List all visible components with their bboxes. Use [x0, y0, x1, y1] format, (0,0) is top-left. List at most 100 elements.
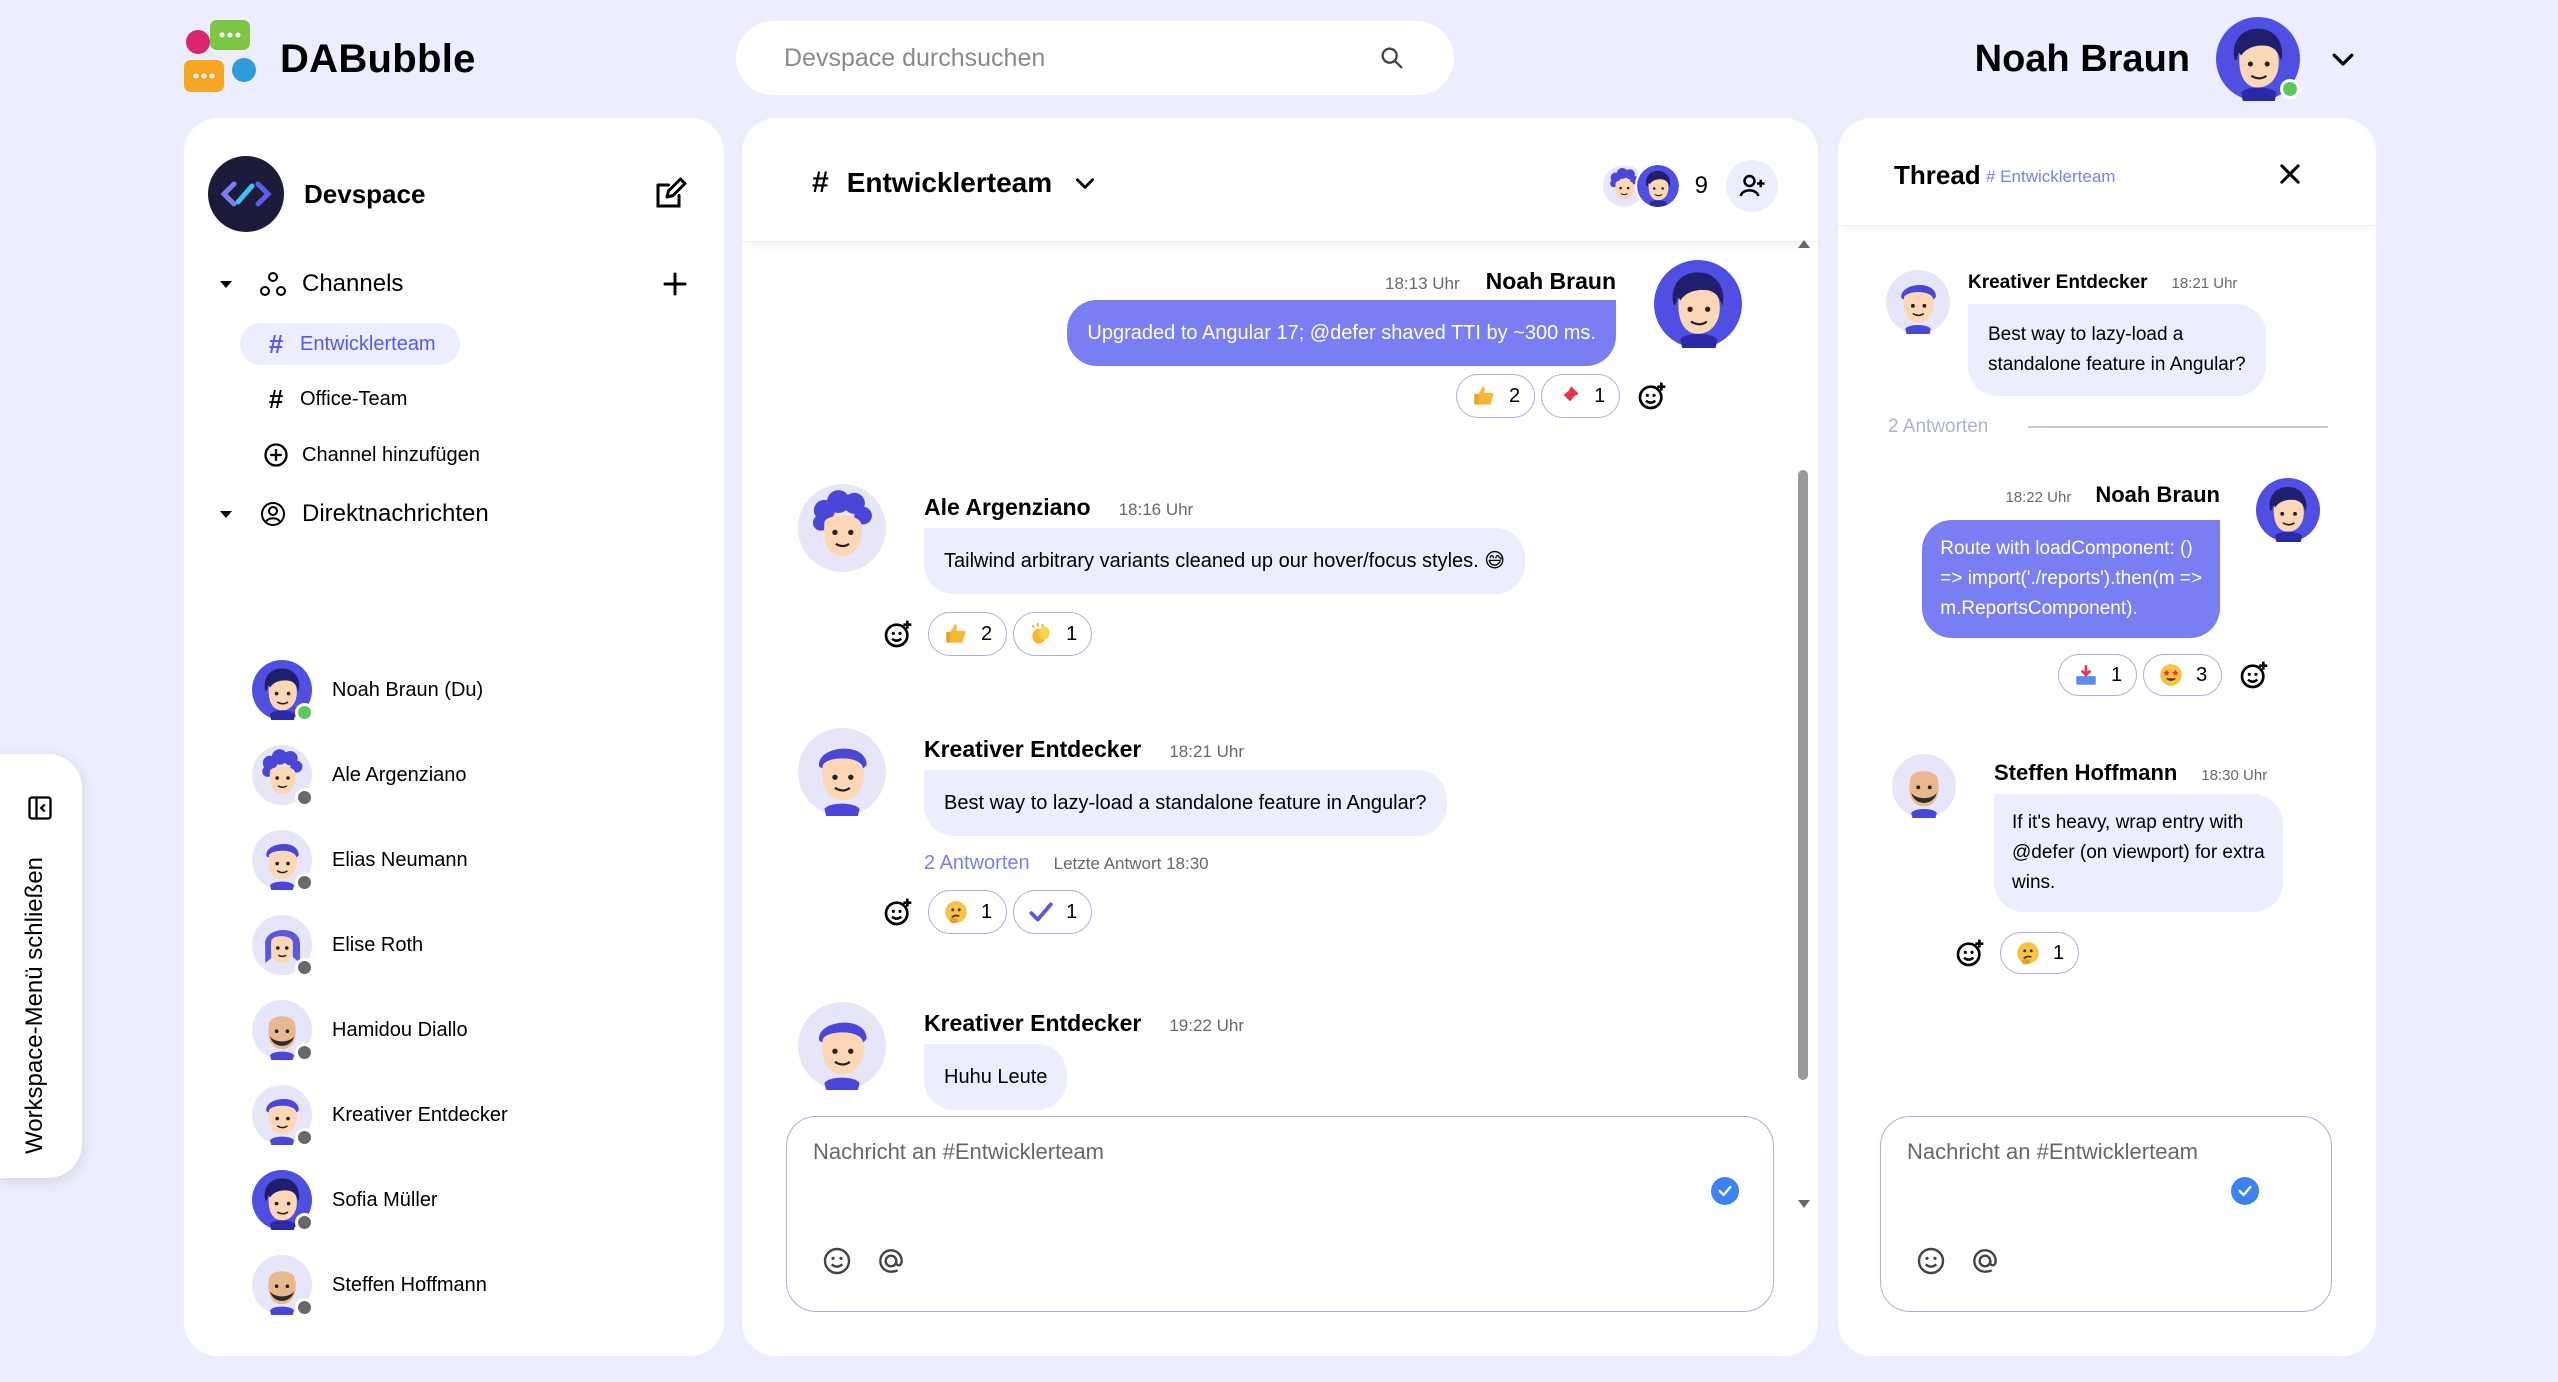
add-reaction-icon[interactable] [882, 896, 914, 928]
dm-item[interactable]: Steffen Hoffmann [252, 1253, 487, 1317]
mention-icon[interactable] [1969, 1245, 2001, 1277]
message-author[interactable]: Noah Braun [2095, 482, 2220, 508]
add-channel-button[interactable]: Channel hinzufügen [240, 434, 504, 476]
caret-down-icon[interactable] [218, 276, 234, 292]
direct-messages-label: Direktnachrichten [302, 500, 489, 527]
reaction-thumbs-up[interactable]: 2 [928, 612, 1008, 656]
message-avatar[interactable] [1886, 270, 1950, 334]
dm-item[interactable]: Noah Braun (Du) [252, 658, 483, 722]
message-author[interactable]: Ale Argenziano [924, 494, 1091, 521]
reaction-thinking[interactable]: 1 [2000, 932, 2080, 974]
edit-message-icon[interactable] [652, 176, 688, 212]
message-author[interactable]: Kreativer Entdecker [1968, 272, 2148, 294]
search-icon[interactable] [1378, 44, 1406, 72]
reaction-pushpin[interactable]: 1 [1541, 374, 1621, 418]
message-author[interactable]: Kreativer Entdecker [924, 1010, 1141, 1037]
add-reaction-icon[interactable] [2238, 659, 2270, 691]
channels-icon [260, 272, 286, 296]
channel-title-button[interactable]: # Entwicklerteam [812, 166, 1098, 200]
current-user-avatar[interactable] [2216, 17, 2300, 101]
dm-item[interactable]: Sofia Müller [252, 1168, 438, 1232]
message-author[interactable]: Noah Braun [1486, 268, 1616, 295]
thumbs-up-icon [946, 624, 966, 643]
channels-label: Channels [302, 270, 404, 297]
emoji-icon[interactable] [1915, 1245, 1947, 1277]
thread-message-input[interactable] [1907, 1139, 2251, 1179]
user-menu[interactable]: Noah Braun [1975, 14, 2358, 104]
chevron-down-icon[interactable] [1072, 170, 1098, 196]
message-time: 18:13 Uhr [1384, 274, 1460, 293]
add-channel-plus-icon[interactable] [660, 269, 690, 299]
thread-panel: Thread # Entwicklerteam Kreativer Entdec… [1838, 118, 2376, 1356]
reaction-thinking[interactable]: 1 [928, 890, 1008, 934]
open-thread-link[interactable]: 2 Antworten [924, 852, 1030, 875]
reaction-clapping[interactable]: 1 [1013, 612, 1093, 656]
send-button[interactable] [2231, 1177, 2259, 1205]
message-avatar[interactable] [2256, 478, 2320, 542]
dm-item[interactable]: Elise Roth [252, 913, 423, 977]
thread-summary: 2 Antworten Letzte Antwort 18:30 [924, 852, 1209, 875]
replies-count: 2 Antworten [1888, 416, 1989, 437]
direct-messages-section-header[interactable]: Direktnachrichten [218, 492, 690, 536]
channels-section-header[interactable]: Channels [218, 262, 690, 306]
caret-down-icon[interactable] [218, 506, 234, 522]
add-reaction-icon[interactable] [1636, 380, 1668, 412]
mention-icon[interactable] [875, 1245, 907, 1277]
dm-name: Noah Braun (Du) [332, 678, 484, 701]
reaction-star-struck[interactable]: 3 [2143, 654, 2223, 696]
channel-members[interactable]: 9 [1600, 160, 1778, 212]
reaction-bar: 1 3 [2058, 654, 2270, 696]
status-dot [295, 1128, 314, 1147]
emoji-icon[interactable] [821, 1245, 853, 1277]
add-reaction-icon[interactable] [1954, 937, 1986, 969]
message-bubble: Best way to lazy-load a standalone featu… [1968, 304, 2266, 396]
message-avatar[interactable] [798, 1002, 886, 1090]
dm-item[interactable]: Kreativer Entdecker [252, 1083, 508, 1147]
close-icon[interactable] [2276, 160, 2304, 188]
message-author[interactable]: Steffen Hoffmann [1994, 760, 2177, 786]
thread-composer[interactable] [1880, 1116, 2332, 1312]
dm-item[interactable]: Hamidou Diallo [252, 998, 468, 1062]
app-logo[interactable]: DABubble [184, 20, 484, 98]
reaction-bar: 1 1 [882, 890, 1098, 934]
reaction-inbox-tray[interactable]: 1 [2058, 654, 2138, 696]
add-member-button[interactable] [1726, 160, 1778, 212]
add-reaction-icon[interactable] [882, 618, 914, 650]
workspace-menu-toggle[interactable]: Workspace-Menü schließen [0, 754, 82, 1178]
dm-item[interactable]: Elias Neumann [252, 828, 468, 892]
message-avatar[interactable] [798, 728, 886, 816]
message-composer[interactable] [786, 1116, 1774, 1312]
dm-name: Hamidou Diallo [332, 1018, 468, 1041]
workspace-menu-toggle-label: Workspace-Menü schließen [21, 856, 48, 1154]
scrollbar-thumb[interactable] [1798, 470, 1808, 1080]
message-avatar[interactable] [1892, 754, 1956, 818]
message-text-line: @defer (on viewport) for extra [2012, 842, 2265, 863]
dm-avatar [252, 745, 314, 807]
chevron-down-icon[interactable] [2328, 44, 2358, 74]
hash-icon: # [268, 328, 284, 359]
message-meta: Kreativer Entdecker 19:22 Uhr [924, 1010, 1244, 1037]
workspace-logo-icon [208, 156, 284, 232]
channel-item-office-team[interactable]: # Office-Team [240, 378, 431, 420]
sidebar-toggle-icon [28, 796, 52, 820]
reaction-thumbs-up[interactable]: 2 [1456, 374, 1536, 418]
message-avatar[interactable] [798, 484, 886, 572]
dm-avatar [252, 830, 314, 892]
separator-line [2028, 426, 2328, 428]
account-circle-icon [261, 502, 285, 526]
send-button[interactable] [1711, 1177, 1739, 1205]
message-avatar[interactable] [1654, 260, 1742, 348]
dm-item[interactable]: Ale Argenziano [252, 743, 467, 807]
search-bar[interactable] [736, 21, 1454, 95]
message-scrollbar[interactable] [1796, 240, 1810, 1208]
reaction-check-mark[interactable]: 1 [1013, 890, 1093, 934]
channel-item-entwicklerteam[interactable]: # Entwicklerteam [240, 323, 460, 365]
scroll-down-arrow-icon[interactable] [1798, 1200, 1810, 1208]
message-meta: 18:13 Uhr Noah Braun [1385, 268, 1616, 295]
message-time: 18:16 Uhr [1118, 500, 1194, 519]
message-bubble: If it's heavy, wrap entry with @defer (o… [1994, 794, 2283, 912]
search-input[interactable] [784, 43, 1378, 73]
scroll-up-arrow-icon[interactable] [1798, 240, 1810, 248]
message-author[interactable]: Kreativer Entdecker [924, 736, 1141, 763]
message-input[interactable] [813, 1139, 1693, 1179]
